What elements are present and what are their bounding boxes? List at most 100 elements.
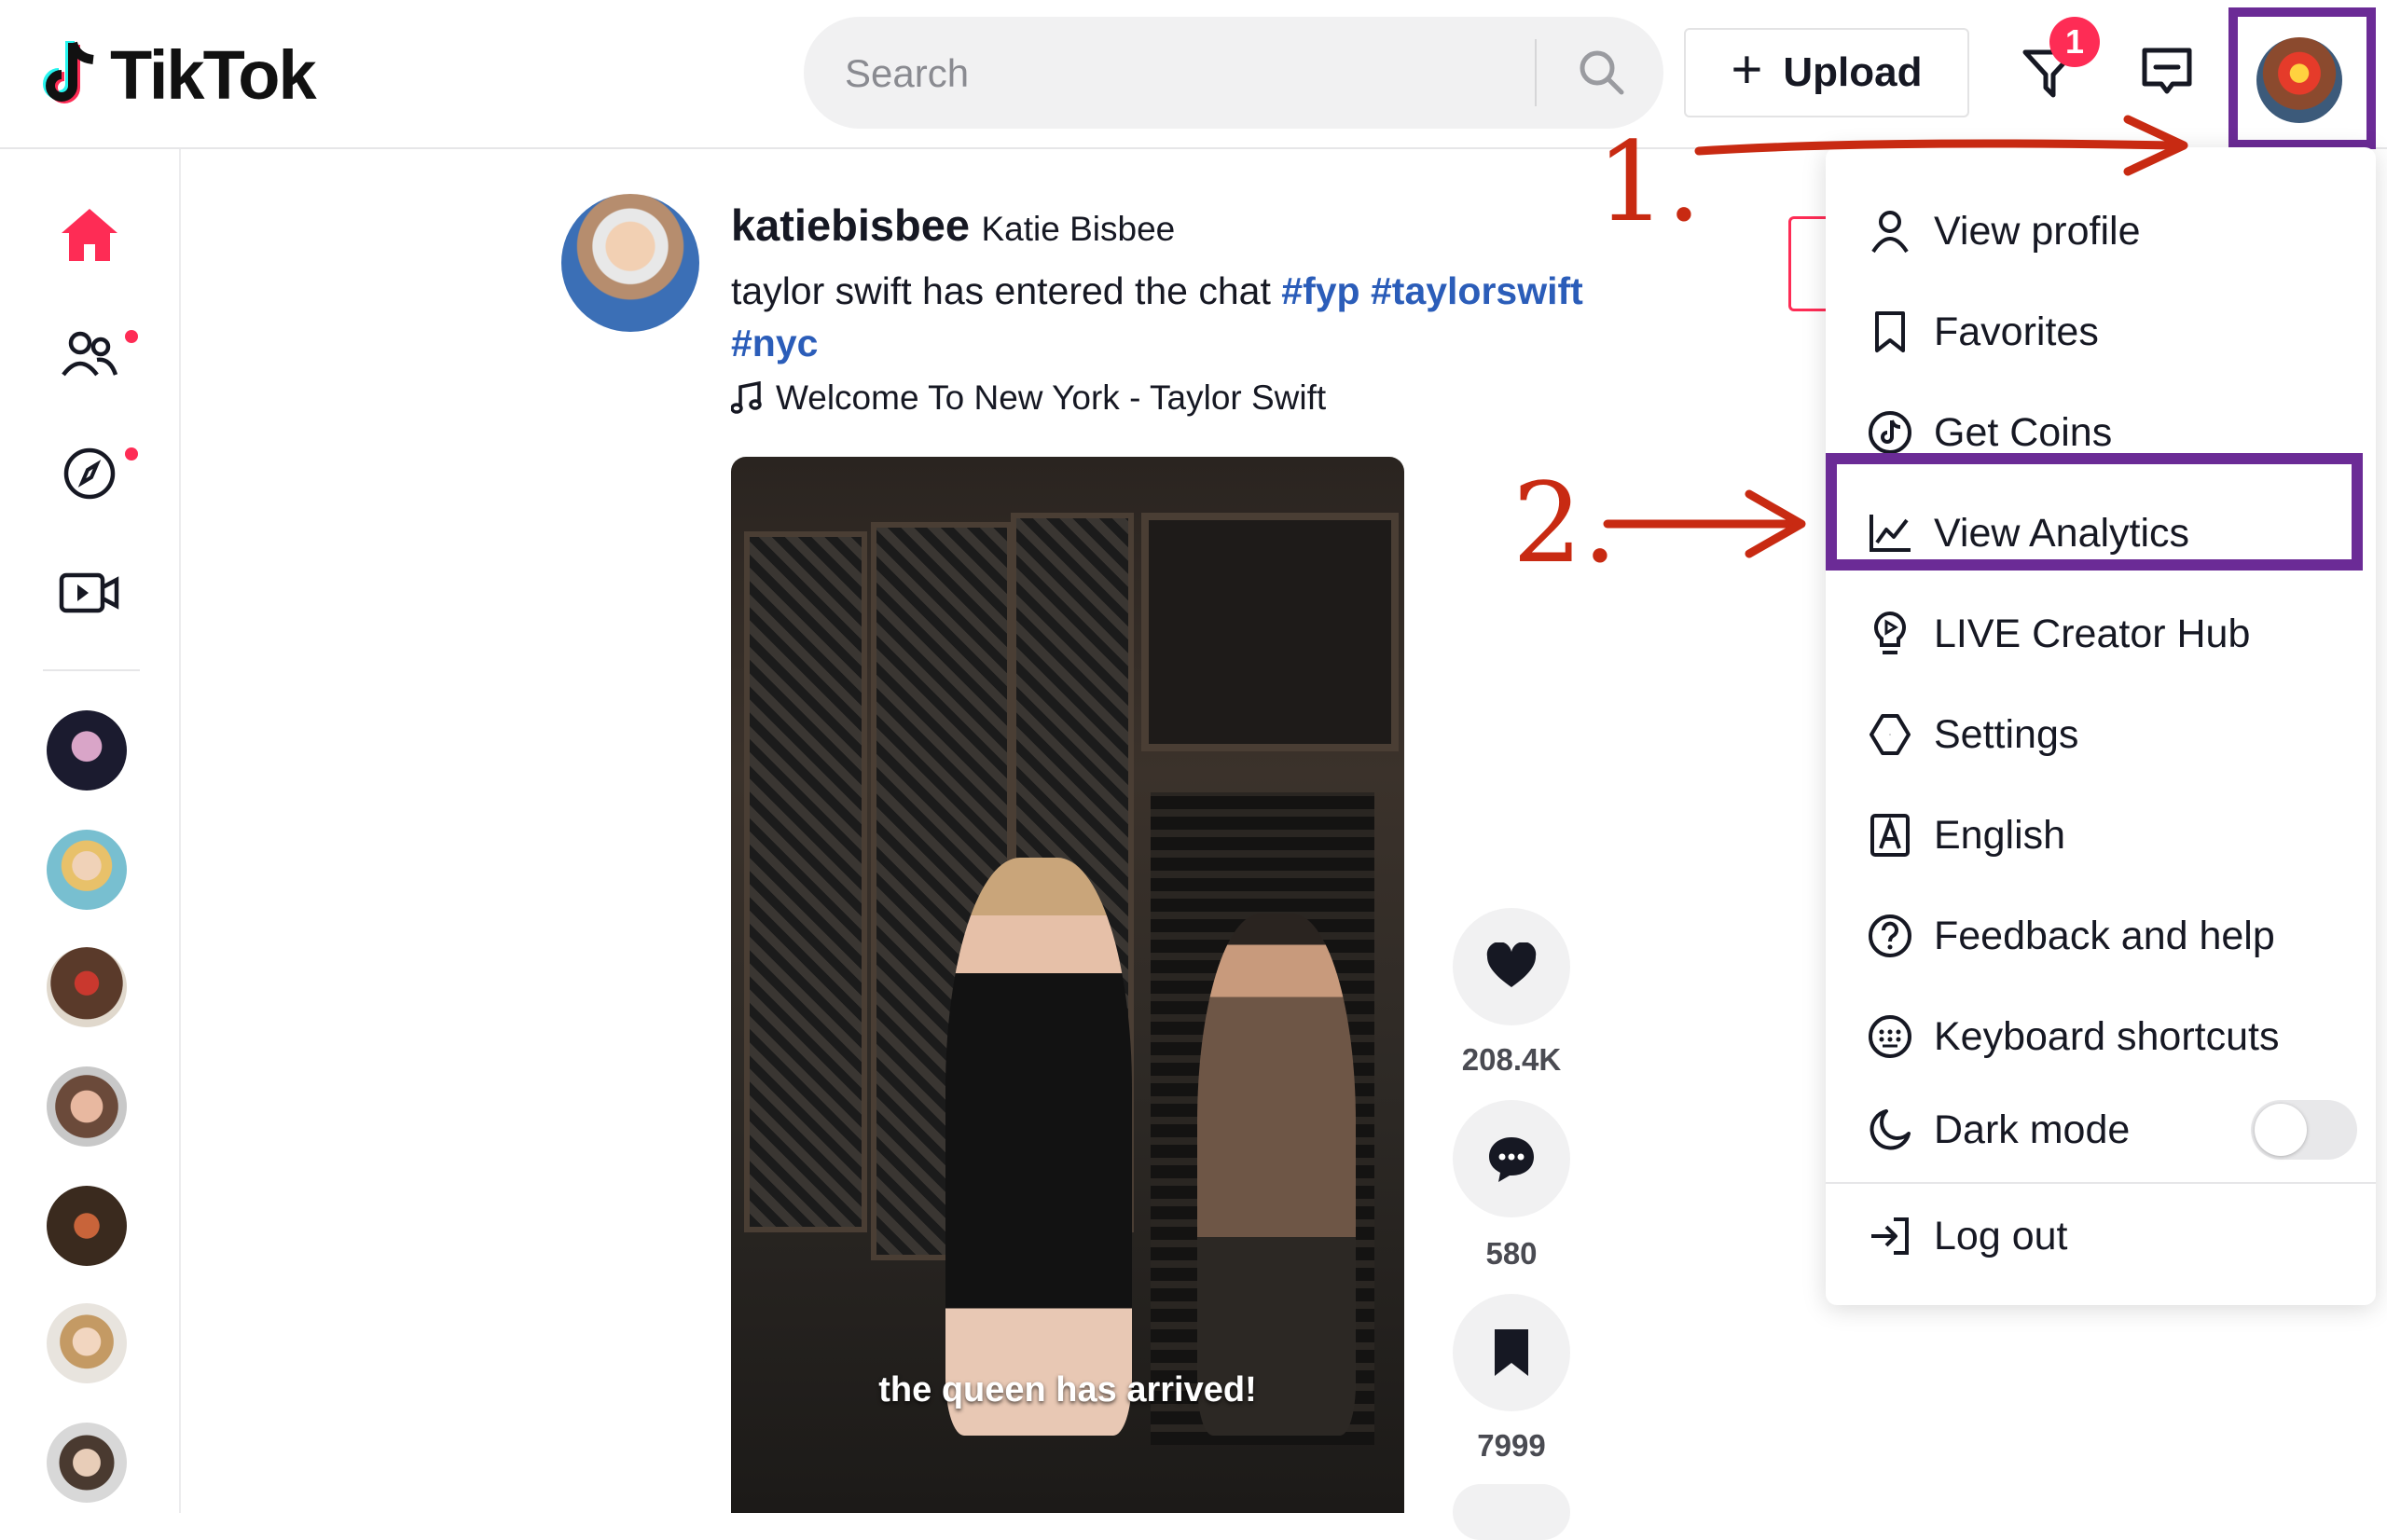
menu-item-label: Log out <box>1934 1213 2068 1258</box>
moon-icon <box>1865 1105 1915 1155</box>
profile-dropdown-menu: View profile Favorites Get Coins View An… <box>1826 147 2376 1305</box>
like-button[interactable] <box>1453 908 1570 1025</box>
video-caption: the queen has arrived! <box>878 1370 1257 1409</box>
menu-item-label: English <box>1934 812 2066 858</box>
save-button[interactable] <box>1453 1294 1570 1411</box>
post-caption: taylor swift has entered the chat #fyp #… <box>731 265 1682 369</box>
person-icon <box>1865 206 1915 256</box>
sidebar-divider <box>43 669 140 671</box>
author-display-name: Katie Bisbee <box>981 210 1176 248</box>
explore-notification-dot <box>125 447 138 461</box>
menu-item-label: Keyboard shortcuts <box>1934 1013 2280 1059</box>
music-link[interactable]: Welcome To New York - Taylor Swift <box>731 378 1326 418</box>
menu-item-label: Favorites <box>1934 309 2099 354</box>
hashtag-link[interactable]: #nyc <box>731 322 818 364</box>
like-count: 208.4K <box>1461 1042 1562 1077</box>
sidebar-item-for-you[interactable] <box>45 190 134 280</box>
followed-account-avatar[interactable] <box>47 830 127 910</box>
video-player[interactable]: the queen has arrived! <box>731 457 1404 1513</box>
search-icon <box>1580 50 1624 95</box>
home-icon <box>62 209 117 261</box>
plus-icon: + <box>1731 39 1763 100</box>
followed-account-avatar[interactable] <box>47 1423 127 1503</box>
sidebar-item-live[interactable] <box>45 548 134 638</box>
menu-item-log-out[interactable]: Log out <box>1826 1191 2376 1281</box>
followed-account-avatar[interactable] <box>47 710 127 791</box>
logo-wordmark: TikTok <box>110 35 317 114</box>
menu-item-feedback-and-help[interactable]: Feedback and help <box>1826 891 2376 981</box>
upload-button[interactable]: + Upload <box>1684 28 1969 117</box>
author-handle[interactable]: katiebisbee <box>731 200 970 250</box>
sidebar-item-explore[interactable] <box>45 429 134 518</box>
followed-account-avatar[interactable] <box>47 1303 127 1383</box>
search-input[interactable] <box>843 37 1369 110</box>
search-bar[interactable] <box>804 17 1663 129</box>
caption-text: taylor swift has entered the chat <box>731 269 1282 312</box>
language-a-icon <box>1865 810 1915 860</box>
hashtag-link[interactable]: #fyp <box>1281 269 1359 312</box>
tiktok-note-icon <box>43 41 94 103</box>
menu-item-label: Get Coins <box>1934 409 2113 455</box>
video-scene-window <box>1141 513 1399 751</box>
tiktok-coin-icon <box>1865 407 1915 458</box>
followed-account-avatar[interactable] <box>47 947 127 1027</box>
heart-icon <box>1486 942 1537 987</box>
menu-item-label: View profile <box>1934 208 2141 254</box>
comment-icon <box>1489 1137 1534 1182</box>
save-count: 7999 <box>1477 1428 1546 1463</box>
video-scene-door <box>744 531 867 1232</box>
bookmark-icon <box>1495 1329 1528 1376</box>
live-video-icon <box>59 572 119 613</box>
view-analytics-highlight <box>1826 453 2363 571</box>
menu-item-favorites[interactable]: Favorites <box>1826 287 2376 377</box>
following-notification-dot <box>125 330 138 343</box>
menu-item-label: Feedback and help <box>1934 913 2275 958</box>
dark-mode-toggle[interactable] <box>2251 1100 2357 1160</box>
hashtag-link[interactable]: #taylorswift <box>1371 269 1583 312</box>
menu-item-label: LIVE Creator Hub <box>1934 611 2251 656</box>
sidebar-item-following[interactable] <box>45 309 134 399</box>
tiktok-logo[interactable]: TikTok <box>41 30 317 119</box>
step-2-arrow <box>1603 489 1806 558</box>
author-line: katiebisbee Katie Bisbee <box>731 199 1175 251</box>
video-scene-person <box>1197 914 1356 1436</box>
comment-count: 580 <box>1485 1236 1538 1271</box>
menu-item-label: Settings <box>1934 711 2079 757</box>
search-button[interactable] <box>1559 30 1645 116</box>
step-1-label: 1. <box>1596 117 1702 246</box>
menu-item-view-profile[interactable]: View profile <box>1826 186 2376 276</box>
message-icon <box>2142 48 2192 94</box>
messages-button[interactable] <box>2128 34 2206 112</box>
step-1-arrow <box>1694 115 2188 176</box>
follow-button[interactable] <box>1788 216 1828 311</box>
bookmark-icon <box>1865 307 1915 357</box>
profile-avatar[interactable] <box>2256 37 2342 123</box>
menu-item-settings[interactable]: Settings <box>1826 690 2376 779</box>
menu-item-keyboard-shortcuts[interactable]: Keyboard shortcuts <box>1826 992 2376 1081</box>
logout-icon <box>1865 1211 1915 1261</box>
compass-icon <box>63 447 116 500</box>
menu-divider <box>1826 1182 2376 1184</box>
comment-button[interactable] <box>1453 1100 1570 1217</box>
profile-avatar-highlight[interactable] <box>2228 7 2376 149</box>
toggle-knob <box>2255 1104 2307 1156</box>
gear-icon <box>1865 709 1915 760</box>
left-sidebar <box>0 149 181 1513</box>
lightbulb-icon <box>1865 609 1915 659</box>
search-divider <box>1535 39 1537 106</box>
people-icon <box>62 331 118 377</box>
share-button[interactable] <box>1453 1484 1570 1540</box>
menu-item-language[interactable]: English <box>1826 791 2376 880</box>
keyboard-icon <box>1865 1011 1915 1062</box>
music-title: Welcome To New York - Taylor Swift <box>776 378 1327 417</box>
notification-badge: 1 <box>2049 17 2100 67</box>
followed-account-avatar[interactable] <box>47 1186 127 1266</box>
menu-item-label: Dark mode <box>1934 1107 2131 1152</box>
upload-label: Upload <box>1783 49 1923 95</box>
menu-item-live-creator-hub[interactable]: LIVE Creator Hub <box>1826 589 2376 679</box>
followed-account-avatar[interactable] <box>47 1066 127 1147</box>
music-note-icon <box>731 381 762 414</box>
video-scene-person <box>945 858 1132 1436</box>
author-avatar[interactable] <box>561 194 699 332</box>
question-icon <box>1865 911 1915 961</box>
